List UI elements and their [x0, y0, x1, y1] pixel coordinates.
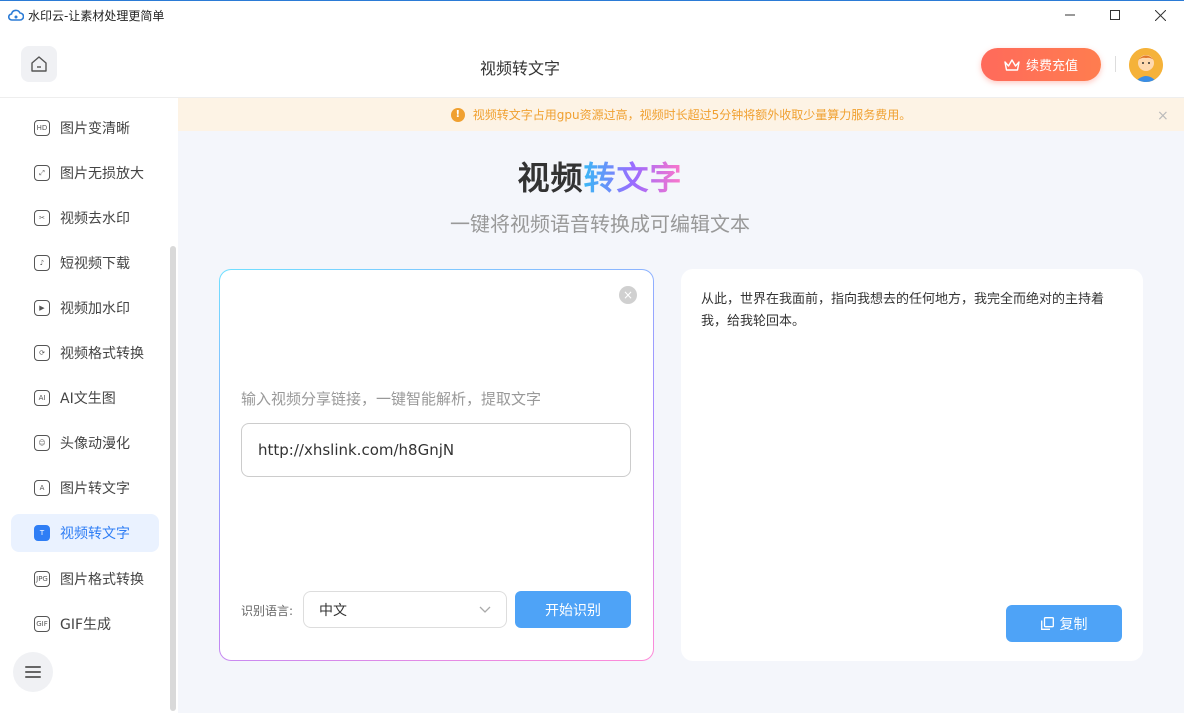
sidebar-item-video-watermark-remove[interactable]: ✂ 视频去水印 [11, 199, 159, 237]
sidebar-item-image-enhance[interactable]: HD 图片变清晰 [11, 109, 159, 147]
language-select[interactable]: 中文 [303, 591, 507, 628]
sidebar-item-label: 图片无损放大 [60, 166, 144, 182]
sidebar-item-gif-maker[interactable]: GIF GIF生成 [11, 605, 159, 643]
short-video-download-icon: ♪ [34, 255, 50, 271]
sidebar-item-label: 头像动漫化 [60, 436, 130, 452]
menu-button[interactable] [13, 652, 53, 692]
app-logo-icon [8, 9, 24, 21]
app-title: 水印云-让素材处理更简单 [28, 9, 165, 23]
avatar-anime-icon: ☺ [34, 435, 50, 451]
sidebar-item-avatar-anime[interactable]: ☺ 头像动漫化 [11, 424, 159, 462]
sidebar-item-label: 视频加水印 [60, 301, 130, 317]
minimize-icon[interactable] [1047, 2, 1093, 28]
avatar[interactable] [1129, 48, 1163, 82]
hero-title: 视频转文字 [178, 153, 1022, 199]
hero-subtitle: 一键将视频语音转换成可编辑文本 [450, 212, 750, 236]
recharge-button[interactable]: 续费充值 [981, 48, 1101, 81]
hero-title-gradient: 转文字 [583, 159, 683, 197]
sidebar-item-short-video-download[interactable]: ♪ 短视频下载 [11, 244, 159, 282]
copy-label: 复制 [1059, 616, 1088, 633]
sidebar-scrollbar[interactable] [170, 246, 176, 711]
video-add-watermark-icon: ▶ [34, 300, 50, 316]
sidebar-item-label: 视频去水印 [60, 211, 130, 227]
sidebar-item-ai-text-to-image[interactable]: AI AI文生图 [11, 379, 159, 417]
maximize-icon[interactable] [1092, 2, 1138, 28]
notice-close-icon[interactable]: × [1157, 108, 1169, 124]
sidebar-item-label: AI文生图 [60, 391, 116, 407]
recharge-label: 续费充值 [1025, 59, 1078, 74]
image-format-convert-icon: JPG [34, 571, 50, 587]
url-input[interactable] [241, 423, 631, 477]
video-watermark-remove-icon: ✂ [34, 210, 50, 226]
sidebar-item-image-upscale[interactable]: ⤢ 图片无损放大 [11, 154, 159, 192]
sidebar-item-image-to-text[interactable]: A 图片转文字 [11, 469, 159, 507]
header-divider [1115, 56, 1116, 72]
input-hint: 输入视频分享链接，一键智能解析，提取文字 [241, 390, 542, 408]
sidebar-item-label: 短视频下载 [60, 256, 130, 272]
language-label: 识别语言: [241, 604, 294, 618]
warning-icon: ! [450, 107, 465, 122]
image-upscale-icon: ⤢ [34, 165, 50, 181]
menu-icon [25, 666, 41, 668]
ai-text-to-image-icon: AI [34, 390, 50, 406]
title-bar [0, 0, 1184, 30]
sidebar-item-image-format-convert[interactable]: JPG 图片格式转换 [11, 560, 159, 598]
sidebar-item-label: 图片变清晰 [60, 121, 130, 137]
page-title: 视频转文字 [479, 59, 560, 78]
sidebar-item-video-to-text[interactable]: T 视频转文字 [11, 514, 159, 552]
language-value: 中文 [319, 602, 347, 619]
video-format-convert-icon: ⟳ [34, 345, 50, 361]
result-card: 从此，世界在我面前，指向我想去的任何地方，我完全而绝对的主持着我，给我轮回本。 … [681, 269, 1143, 661]
start-recognition-button[interactable]: 开始识别 [515, 591, 631, 628]
chevron-down-icon [479, 603, 491, 617]
copy-icon [1040, 617, 1054, 630]
image-to-text-icon: A [34, 480, 50, 496]
video-to-text-icon: T [34, 525, 50, 541]
gif-maker-icon: GIF [34, 616, 50, 632]
sidebar-item-label: GIF生成 [60, 617, 112, 633]
sidebar-item-label: 视频格式转换 [60, 346, 144, 362]
clear-icon[interactable]: × [619, 286, 637, 304]
sidebar-item-label: 图片转文字 [60, 481, 130, 497]
close-icon[interactable] [1137, 2, 1183, 28]
crown-icon [1004, 58, 1020, 71]
sidebar-item-label: 视频转文字 [60, 526, 130, 542]
notice-text: 视频转文字占用gpu资源过高，视频时长超过5分钟将额外收取少量算力服务费用。 [472, 108, 912, 122]
sidebar-item-label: 图片格式转换 [60, 572, 144, 588]
input-card: × 输入视频分享链接，一键智能解析，提取文字 识别语言: 中文 开始识别 [219, 269, 654, 661]
image-enhance-icon: HD [34, 120, 50, 136]
notice-bar: ! 视频转文字占用gpu资源过高，视频时长超过5分钟将额外收取少量算力服务费用。 [178, 98, 1184, 131]
result-text[interactable]: 从此，世界在我面前，指向我想去的任何地方，我完全而绝对的主持着我，给我轮回本。 [701, 289, 1121, 333]
hero-title-dark: 视频 [517, 159, 584, 197]
sidebar-item-video-format-convert[interactable]: ⟳ 视频格式转换 [11, 334, 159, 372]
copy-button[interactable]: 复制 [1006, 605, 1122, 642]
sidebar-item-video-add-watermark[interactable]: ▶ 视频加水印 [11, 289, 159, 327]
